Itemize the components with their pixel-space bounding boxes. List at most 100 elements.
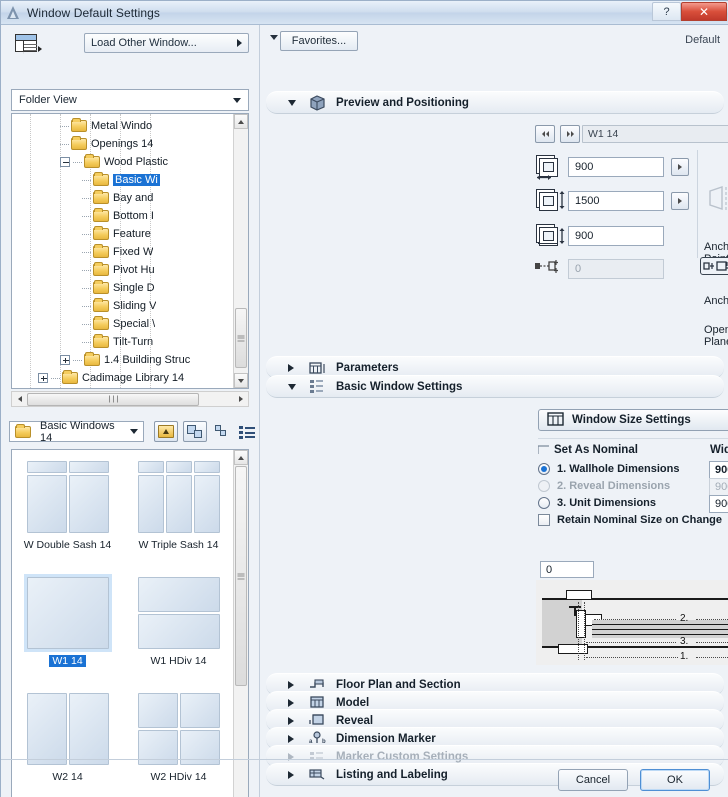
unit-width-input[interactable]: 900 bbox=[709, 495, 728, 513]
thumbnail-item[interactable]: W2 HDiv 14 bbox=[123, 682, 234, 797]
tree-item[interactable]: 1.4 Building Struc bbox=[12, 351, 248, 369]
arrow-down-icon bbox=[238, 378, 244, 383]
library-grid-icon[interactable] bbox=[15, 34, 37, 52]
anchor-label: Anchor: bbox=[704, 295, 728, 307]
wallhole-width-input[interactable]: 900 bbox=[709, 461, 728, 479]
arrow-right-icon bbox=[570, 131, 574, 137]
offset-dimension-icon bbox=[534, 256, 560, 282]
collapse-node-icon[interactable] bbox=[60, 157, 70, 167]
tree-item-label: 1.4 Building Struc bbox=[104, 354, 191, 366]
thumbnail-label: W Triple Sash 14 bbox=[138, 539, 219, 551]
close-button[interactable]: ✕ bbox=[681, 2, 727, 21]
settings-panel: Favorites... Default Preview and Positio… bbox=[259, 25, 728, 797]
cancel-button[interactable]: Cancel bbox=[558, 769, 628, 791]
thumbnail-item[interactable]: W Double Sash 14 bbox=[12, 450, 123, 566]
tree-item[interactable]: Bottom I bbox=[12, 207, 248, 225]
tree-item[interactable]: Tilt-Turn bbox=[12, 333, 248, 351]
thumbnail-item[interactable]: W2 14 bbox=[12, 682, 123, 797]
arrow-up-icon bbox=[238, 455, 244, 460]
tree-item[interactable]: Openings 14 bbox=[12, 135, 248, 153]
favorites-button[interactable]: Favorites... bbox=[280, 31, 358, 51]
basic-settings-icon bbox=[308, 379, 327, 395]
grid-dropdown-caret-icon[interactable] bbox=[38, 46, 42, 52]
reveal-label: 2. Reveal Dimensions bbox=[557, 480, 671, 492]
load-other-window-button[interactable]: Load Other Window... bbox=[84, 33, 249, 53]
folder-icon bbox=[71, 136, 87, 150]
thumbnail-list[interactable]: W Double Sash 14 W Triple Sash 14 W1 14 W1 … bbox=[11, 449, 249, 797]
tree-connector-line bbox=[73, 359, 82, 361]
tree-item[interactable]: Bay and bbox=[12, 189, 248, 207]
tree-item[interactable]: Sliding V bbox=[12, 297, 248, 315]
expand-node-icon[interactable] bbox=[60, 355, 70, 365]
tree-hscroll-thumb[interactable] bbox=[27, 392, 199, 406]
unit-dimensions-row[interactable]: 3. Unit Dimensions bbox=[538, 497, 656, 509]
tree-scroll-down-button[interactable] bbox=[234, 373, 248, 388]
library-tree[interactable]: Metal Windo Openings 14 Wood Plastic Basic … bbox=[11, 113, 249, 389]
library-folder-select[interactable]: Basic Windows 14 bbox=[9, 420, 144, 444]
panel-collapse-caret-icon[interactable] bbox=[270, 35, 278, 40]
tree-item[interactable]: Metal Windo bbox=[12, 117, 248, 135]
tree-scroll-right-button[interactable] bbox=[233, 392, 248, 406]
list-view-button[interactable] bbox=[235, 421, 259, 442]
width-input[interactable]: 900 bbox=[568, 157, 664, 177]
tree-horizontal-scrollbar[interactable] bbox=[11, 391, 249, 407]
triangle-right-icon bbox=[288, 363, 294, 372]
tree-item[interactable]: Wood Plastic bbox=[12, 153, 248, 171]
tree-item[interactable]: BIM Server Libraries bbox=[12, 387, 248, 388]
tree-scroll-left-button[interactable] bbox=[12, 392, 27, 406]
thumbnail-grid: W Double Sash 14 W Triple Sash 14 W1 14 W1 … bbox=[12, 450, 234, 797]
tree-connector-line bbox=[82, 197, 91, 199]
retain-nominal-row[interactable]: Retain Nominal Size on Change bbox=[538, 514, 722, 526]
tree-item[interactable]: Special \ bbox=[12, 315, 248, 333]
up-folder-button[interactable] bbox=[154, 421, 178, 442]
scroll-grip-icon bbox=[237, 334, 245, 343]
height-input[interactable]: 1500 bbox=[568, 191, 664, 211]
section-label-listing: Listing and Labeling bbox=[336, 768, 448, 781]
section-header-basic[interactable]: Basic Window Settings bbox=[266, 375, 724, 398]
window-size-settings-button[interactable]: Window Size Settings bbox=[538, 409, 728, 431]
thumbs-scroll-up-button[interactable] bbox=[234, 450, 248, 465]
tree-item[interactable]: Pivot Hu bbox=[12, 261, 248, 279]
ok-button[interactable]: OK bbox=[640, 769, 710, 791]
next-object-button[interactable] bbox=[560, 125, 581, 143]
folder-view-select[interactable]: Folder View bbox=[11, 89, 249, 111]
window-preview-icon bbox=[135, 574, 223, 652]
tree-scroll-up-button[interactable] bbox=[234, 114, 248, 129]
tree-item-label: Single D bbox=[113, 282, 155, 294]
previous-object-button[interactable] bbox=[535, 125, 555, 143]
wallhole-radio[interactable] bbox=[538, 463, 550, 475]
section-header-preview[interactable]: Preview and Positioning bbox=[266, 91, 724, 114]
sill-height-input[interactable]: 900 bbox=[568, 226, 664, 246]
tree-item[interactable]: Basic Wi bbox=[12, 171, 248, 189]
tree-item[interactable]: Cadimage Library 14 bbox=[12, 369, 248, 387]
tree-item[interactable]: Single D bbox=[12, 279, 248, 297]
tree-connector-line bbox=[51, 377, 60, 379]
height-spinner-button[interactable] bbox=[671, 192, 689, 210]
unit-radio[interactable] bbox=[538, 497, 550, 509]
width-spinner-button[interactable] bbox=[671, 158, 689, 176]
tree-vertical-scrollbar[interactable] bbox=[233, 114, 248, 388]
anchor-point-selector[interactable] bbox=[700, 257, 728, 275]
tree-item[interactable]: Fixed W bbox=[12, 243, 248, 261]
tree-connector-line bbox=[82, 287, 91, 289]
thumbnail-item[interactable]: W1 14 bbox=[12, 566, 123, 682]
thumbs-vertical-scrollbar[interactable] bbox=[233, 450, 248, 797]
plan-left-offset-input[interactable]: 0 bbox=[540, 561, 594, 578]
tree-scroll-thumb[interactable] bbox=[235, 308, 247, 368]
expand-node-icon[interactable] bbox=[38, 373, 48, 383]
thumbnail-item[interactable]: W Triple Sash 14 bbox=[123, 450, 234, 566]
folder-icon bbox=[93, 334, 109, 348]
triangle-right-icon bbox=[288, 716, 294, 725]
plan-marker-2: 2. bbox=[680, 613, 689, 624]
parameters-icon bbox=[308, 360, 327, 376]
triangle-right-icon bbox=[288, 734, 294, 743]
large-thumbnails-button[interactable] bbox=[183, 421, 207, 442]
thumbs-scroll-thumb[interactable] bbox=[235, 466, 247, 686]
small-thumbnails-button[interactable] bbox=[210, 421, 234, 442]
retain-nominal-checkbox[interactable] bbox=[538, 514, 550, 526]
thumbnail-item[interactable]: W1 HDiv 14 bbox=[123, 566, 234, 682]
wallhole-dimensions-row[interactable]: 1. Wallhole Dimensions bbox=[538, 463, 679, 475]
tree-item[interactable]: Feature bbox=[12, 225, 248, 243]
tree-connector-line bbox=[82, 215, 91, 217]
help-button[interactable]: ? bbox=[652, 2, 681, 21]
